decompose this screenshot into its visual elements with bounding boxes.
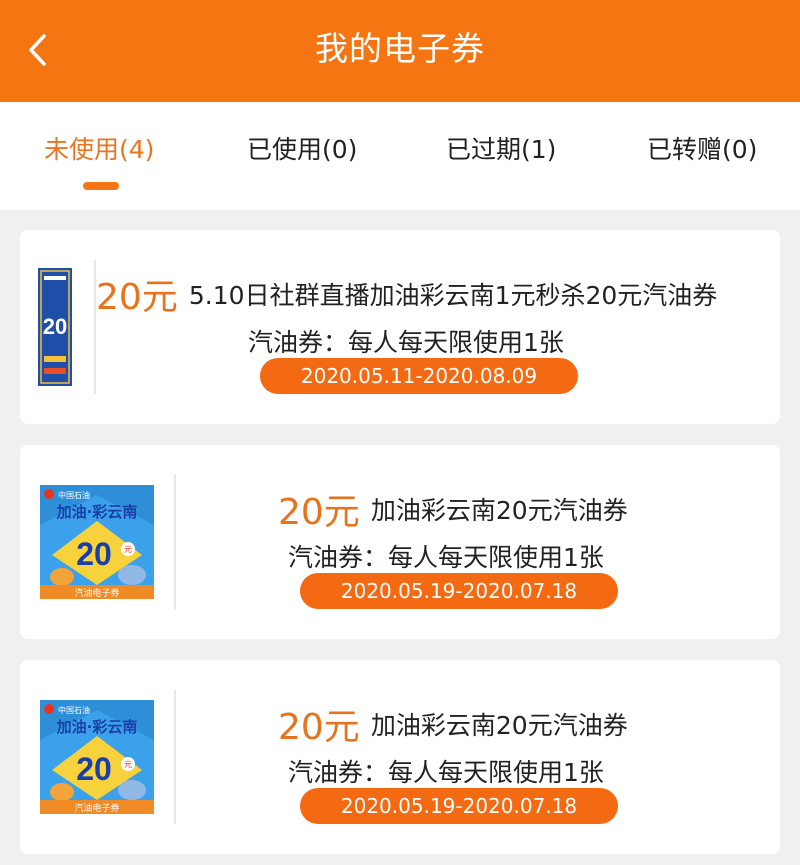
svg-text:20: 20 <box>43 314 67 339</box>
coupon-price: 20元 <box>278 492 360 533</box>
svg-text:中国石油: 中国石油 <box>58 490 90 500</box>
tab-expired[interactable]: 已过期(1) <box>446 130 556 166</box>
coupon-thumbnail-image: 中国石油 加油·彩云南 20 元 汽油电子券 <box>40 485 154 599</box>
svg-text:元: 元 <box>124 545 132 554</box>
svg-text:20: 20 <box>76 536 112 572</box>
coupon-card[interactable]: 20 20元 5.10日社群直播加油彩云南1元秒杀20元汽油券 汽油券：每人每天… <box>20 230 780 424</box>
tab-used[interactable]: 已使用(0) <box>247 130 357 166</box>
svg-text:中国石油: 中国石油 <box>58 705 90 715</box>
coupon-card[interactable]: 中国石油 加油·彩云南 20 元 汽油电子券 20元 加油彩云南20元汽油券 汽… <box>20 445 780 639</box>
svg-text:加油·彩云南: 加油·彩云南 <box>56 718 138 736</box>
coupon-title-row: 20元 5.10日社群直播加油彩云南1元秒杀20元汽油券 <box>96 268 717 320</box>
svg-text:加油·彩云南: 加油·彩云南 <box>56 503 138 521</box>
card-divider <box>174 475 176 609</box>
card-divider <box>174 690 176 824</box>
active-tab-indicator <box>83 182 119 190</box>
tab-unused[interactable]: 未使用(4) <box>44 130 154 166</box>
coupon-name: 5.10日社群直播加油彩云南1元秒杀20元汽油券 <box>188 281 718 310</box>
coupon-rule: 汽油券：每人每天限使用1张 <box>248 328 564 357</box>
svg-text:20: 20 <box>76 751 112 787</box>
coupon-title-row: 20元 加油彩云南20元汽油券 <box>278 698 628 750</box>
svg-text:汽油电子券: 汽油电子券 <box>74 802 119 814</box>
page-title: 我的电子券 <box>315 29 485 68</box>
coupon-price: 20元 <box>96 277 178 318</box>
coupon-card[interactable]: 中国石油 加油·彩云南 20 元 汽油电子券 20元 加油彩云南20元汽油券 汽… <box>20 660 780 854</box>
coupon-name: 加油彩云南20元汽油券 <box>370 496 628 525</box>
coupon-thumbnail-image: 中国石油 加油·彩云南 20 元 汽油电子券 <box>40 700 154 814</box>
tab-transferred[interactable]: 已转赠(0) <box>647 130 757 166</box>
tab-bar: 未使用(4) 已使用(0) 已过期(1) 已转赠(0) <box>0 102 800 210</box>
coupon-title-row: 20元 加油彩云南20元汽油券 <box>278 483 628 535</box>
coupon-validity-badge: 2020.05.19-2020.07.18 <box>300 788 618 824</box>
coupon-thumbnail-image: 20 <box>38 268 72 386</box>
coupon-rule: 汽油券：每人每天限使用1张 <box>288 758 604 787</box>
app-header: 我的电子券 <box>0 0 800 102</box>
svg-text:汽油电子券: 汽油电子券 <box>74 587 119 599</box>
coupon-rule: 汽油券：每人每天限使用1张 <box>288 543 604 572</box>
svg-text:元: 元 <box>124 760 132 769</box>
coupon-validity-badge: 2020.05.19-2020.07.18 <box>300 573 618 609</box>
coupon-price: 20元 <box>278 707 360 748</box>
coupon-name: 加油彩云南20元汽油券 <box>370 711 628 740</box>
coupon-validity-badge: 2020.05.11-2020.08.09 <box>260 358 578 394</box>
